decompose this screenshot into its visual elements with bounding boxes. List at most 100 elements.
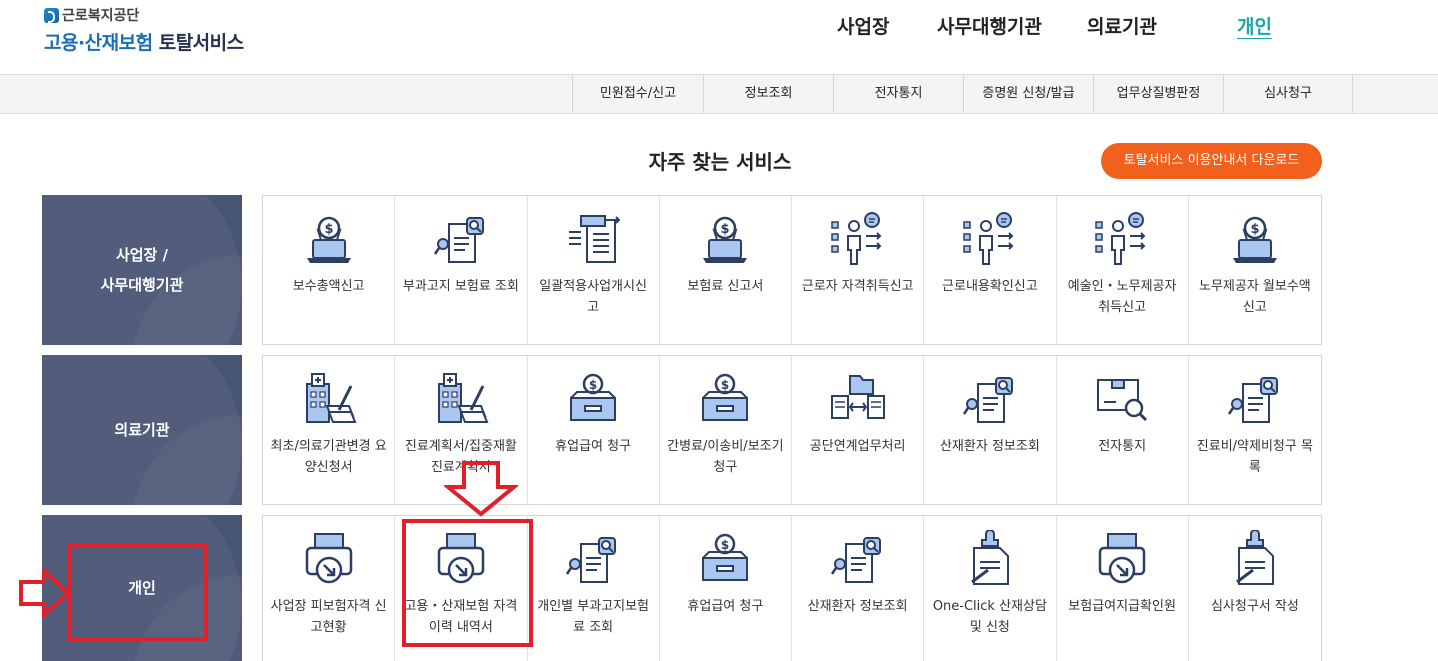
service-label: 전자통지 [1098,439,1147,454]
service-item[interactable]: $ 노무제공자 월보수액 신고 [1189,196,1321,344]
service-label: 산재환자 정보조회 [939,439,1040,454]
section-title: 자주 찾는 서비스 [648,150,792,174]
hospital-document-icon [431,370,491,430]
document-list-icon [563,210,623,270]
service-item[interactable]: 예술인・노무제공자 취득신고 [1057,196,1189,344]
site-logo[interactable]: 근로복지공단 고용·산재보험 토탈서비스 [44,6,244,55]
document-search-icon [828,530,888,590]
money-laptop-icon: $ [299,210,359,270]
svg-text:$: $ [324,222,333,237]
money-laptop-icon: $ [695,210,755,270]
service-item[interactable]: 일괄적용사업개시신고 [528,196,660,344]
subnav-e-notice[interactable]: 전자통지 [833,75,963,113]
subnav-disease-decision[interactable]: 업무상질병판정 [1093,75,1223,113]
subnav-civil-petition[interactable]: 민원접수/신고 [572,75,703,113]
svg-text:$: $ [1250,222,1259,237]
service-item[interactable]: $ 휴업급여 청구 [528,356,660,504]
person-checklist-icon [1092,210,1152,270]
gnb-agency[interactable]: 사무대행기관 [937,12,1042,40]
sub-navigation: 민원접수/신고 정보조회 전자통지 증명원 신청/발급 업무상질병판정 심사청구 [0,74,1438,114]
service-item[interactable]: 진료비/약제비청구 목록 [1189,356,1321,504]
service-item[interactable]: $ 보험료 신고서 [660,196,792,344]
printer-download-icon [1092,530,1152,590]
service-label: 공단연계업무처리 [809,439,906,454]
printer-download-icon [299,530,359,590]
hospital-document-icon [299,370,359,430]
svg-text:$: $ [721,378,729,392]
service-item[interactable]: 개인별 부과고지보험료 조회 [528,516,660,661]
category-label: 사업장 / 사무대행기관 [100,246,184,294]
service-grid-workplace: $ 보수총액신고 부과고지 보험료 조회 일괄적용사업개시신고 $ 보험료 신고서 … [262,195,1322,345]
document-search-icon [960,370,1020,430]
service-label: 보수총액신고 [292,279,365,294]
document-search-icon [431,210,491,270]
service-label: 최초/의료기관변경 요양신청서 [270,439,387,475]
service-label: 노무제공자 월보수액 신고 [1198,279,1311,315]
document-pen-icon [1225,529,1285,590]
money-box-icon: $ [695,370,755,430]
service-label: 개인별 부과고지보험료 조회 [537,599,650,635]
service-label: 예술인・노무제공자 취득신고 [1067,279,1177,315]
subnav-info-lookup[interactable]: 정보조회 [703,75,833,113]
service-item[interactable]: 심사청구서 작성 [1189,516,1321,661]
gnb-workplace[interactable]: 사업장 [837,12,889,40]
category-label: 의료기관 [114,421,170,439]
service-item[interactable]: 전자통지 [1057,356,1189,504]
gnb-medical[interactable]: 의료기관 [1087,12,1157,40]
service-label: 진료비/약제비청구 목록 [1196,439,1313,475]
file-exchange-icon [828,370,888,430]
service-label: 휴업급여 청구 [555,439,632,454]
service-item[interactable]: 보험급여지급확인원 [1057,516,1189,661]
notice-search-icon [1092,370,1152,430]
category-label: 개인 [128,579,156,597]
service-label: 부과고지 보험료 조회 [402,279,519,294]
service-label: 근로내용확인신고 [942,279,1038,294]
subnav-certificate[interactable]: 증명원 신청/발급 [963,75,1093,113]
service-item[interactable]: 근로자 자격취득신고 [792,196,925,344]
service-label: 심사청구서 작성 [1210,599,1299,614]
service-item[interactable]: 근로내용확인신고 [924,196,1057,344]
person-checklist-icon [960,210,1020,270]
gnb-personal[interactable]: 개인 [1237,12,1272,40]
service-label: 사업장 피보험자격 신고현황 [270,599,387,635]
service-item[interactable]: 산재환자 정보조회 [924,356,1057,504]
document-search-icon [563,530,623,590]
category-medical: 의료기관 [42,355,242,505]
service-item[interactable]: $ 보수총액신고 [263,196,396,344]
service-label: 보험급여지급확인원 [1068,599,1176,614]
svg-text:$: $ [721,538,729,552]
svg-text:$: $ [589,378,597,392]
service-item[interactable]: 사업장 피보험자격 신고현황 [263,516,396,661]
org-name: 근로복지공단 [62,8,140,24]
annotation-down-arrow-icon [444,461,518,517]
comwel-logo-icon [44,7,59,23]
annotation-box-history [402,519,533,647]
service-label: 보험료 신고서 [687,279,764,294]
document-search-icon [1225,370,1285,430]
service-item[interactable]: One-Click 산재상담 및 신청 [924,516,1057,661]
money-laptop-icon: $ [1225,210,1285,270]
service-label: 일괄적용사업개시신고 [539,279,647,315]
service-label: 휴업급여 청구 [687,599,764,614]
service-item[interactable]: 최초/의료기관변경 요양신청서 [263,356,396,504]
site-title-suffix: 토탈서비스 [152,32,244,54]
service-item[interactable]: 산재환자 정보조회 [792,516,925,661]
service-item[interactable]: $ 간병료/이송비/보조기 청구 [660,356,792,504]
site-header: 근로복지공단 고용·산재보험 토탈서비스 사업장 사무대행기관 의료기관 개인 [0,0,1438,74]
site-title-highlight: 고용·산재보험 [44,32,153,54]
service-item[interactable]: $ 휴업급여 청구 [660,516,792,661]
guide-download-button[interactable]: 토탈서비스 이용안내서 다운로드 [1101,143,1322,179]
service-label: 간병료/이송비/보조기 청구 [667,439,784,475]
svg-text:$: $ [721,222,730,237]
service-item[interactable]: 부과고지 보험료 조회 [395,196,528,344]
annotation-right-arrow-icon [19,568,71,618]
person-checklist-icon [828,210,888,270]
money-box-icon: $ [563,370,623,430]
subnav-review-request[interactable]: 심사청구 [1223,75,1353,113]
category-workplace: 사업장 / 사무대행기관 [42,195,242,345]
service-label: 산재환자 정보조회 [807,599,908,614]
money-box-icon: $ [695,530,755,590]
service-label: One-Click 산재상담 및 신청 [932,599,1047,635]
service-item[interactable]: 공단연계업무처리 [792,356,925,504]
document-pen-icon [960,529,1020,590]
